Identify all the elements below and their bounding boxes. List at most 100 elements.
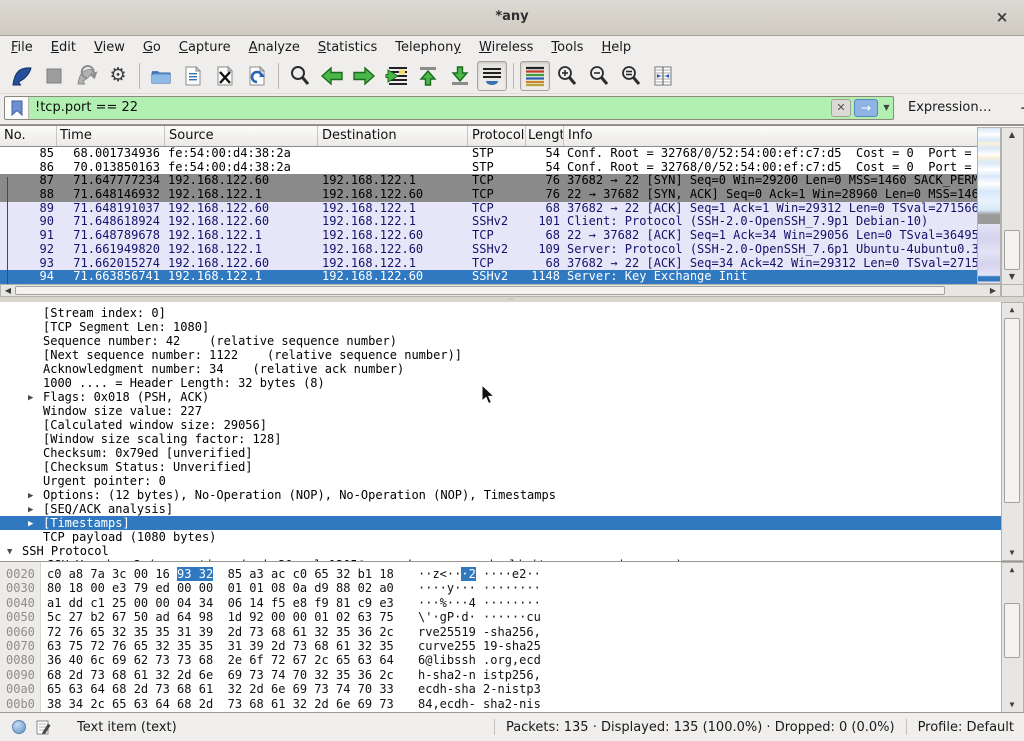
expander-expanded-icon[interactable]: ▼ bbox=[7, 545, 12, 558]
menu-analyze[interactable]: Analyze bbox=[240, 37, 309, 59]
hex-scrollbar[interactable]: ▲ ▼ bbox=[1001, 562, 1024, 712]
find-packet-icon[interactable] bbox=[285, 61, 315, 91]
col-destination[interactable]: Destination bbox=[318, 126, 468, 146]
hex-row[interactable]: 006072 76 65 32 35 35 31 39 2d 73 68 61 … bbox=[0, 625, 1002, 639]
detail-line[interactable]: ▶Options: (12 bytes), No-Operation (NOP)… bbox=[0, 488, 1002, 502]
close-icon[interactable]: × bbox=[992, 7, 1012, 27]
packet-minimap-scrollbar[interactable] bbox=[977, 127, 1001, 284]
expander-collapsed-icon[interactable]: ▶ bbox=[28, 503, 33, 516]
details-scrollbar[interactable]: ▲ ▼ bbox=[1001, 302, 1024, 561]
scroll-down-icon[interactable]: ▼ bbox=[1002, 698, 1022, 712]
packet-row-88[interactable]: 8871.648146932192.168.122.1192.168.122.6… bbox=[0, 188, 977, 202]
detail-line[interactable]: ▶[SEQ/ACK analysis] bbox=[0, 502, 1002, 516]
detail-line[interactable]: ▶[Timestamps] bbox=[0, 516, 1002, 530]
packet-row-90[interactable]: 9071.648618924192.168.122.60192.168.122.… bbox=[0, 215, 977, 229]
capture-options-icon[interactable]: ⚙ bbox=[103, 61, 133, 91]
packet-row-85[interactable]: 8568.001734936fe:54:00:d4:38:2aSTP54Conf… bbox=[0, 147, 977, 161]
save-file-icon[interactable] bbox=[178, 61, 208, 91]
hex-row[interactable]: 003080 18 00 e3 79 ed 00 00 01 01 08 0a … bbox=[0, 581, 1002, 595]
expander-collapsed-icon[interactable]: ▶ bbox=[28, 489, 33, 502]
detail-line[interactable]: Checksum: 0x79ed [unverified] bbox=[0, 446, 1002, 460]
packet-row-87[interactable]: 8771.647777234192.168.122.60192.168.122.… bbox=[0, 174, 977, 188]
menu-tools[interactable]: Tools bbox=[542, 37, 592, 59]
capture-comment-icon[interactable] bbox=[36, 720, 51, 735]
hex-row[interactable]: 0020c0 a8 7a 3c 00 16 93 32 85 a3 ac c0 … bbox=[0, 567, 1002, 581]
start-capture-icon[interactable] bbox=[7, 61, 37, 91]
zoom-out-icon[interactable] bbox=[584, 61, 614, 91]
hex-row[interactable]: 00a065 63 64 68 2d 73 68 61 32 2d 6e 69 … bbox=[0, 682, 1002, 696]
close-file-icon[interactable] bbox=[210, 61, 240, 91]
menu-statistics[interactable]: Statistics bbox=[309, 37, 386, 59]
scroll-up-icon[interactable]: ▲ bbox=[1002, 128, 1022, 142]
go-to-packet-icon[interactable] bbox=[381, 61, 411, 91]
add-filter-button[interactable]: + bbox=[1014, 99, 1024, 117]
expert-info-icon[interactable] bbox=[12, 720, 26, 734]
hex-row[interactable]: 00505c 27 b2 67 50 ad 64 98 1d 92 00 00 … bbox=[0, 610, 1002, 624]
filter-clear-icon[interactable]: ✕ bbox=[831, 99, 851, 117]
scrollbar-thumb[interactable] bbox=[1004, 603, 1020, 658]
go-forward-icon[interactable] bbox=[349, 61, 379, 91]
detail-line[interactable]: [TCP Segment Len: 1080] bbox=[0, 320, 1002, 334]
detail-line[interactable]: Sequence number: 42 (relative sequence n… bbox=[0, 334, 1002, 348]
menu-go[interactable]: Go bbox=[134, 37, 170, 59]
detail-line[interactable]: Urgent pointer: 0 bbox=[0, 474, 1002, 488]
detail-line[interactable]: TCP payload (1080 bytes) bbox=[0, 530, 1002, 544]
detail-line[interactable]: ▶Flags: 0x018 (PSH, ACK) bbox=[0, 390, 1002, 404]
profile-button[interactable]: Profile: Default bbox=[918, 720, 1014, 735]
display-filter-field[interactable]: ✕ → ▼ bbox=[4, 96, 894, 120]
colorize-icon[interactable] bbox=[520, 61, 550, 91]
hex-row[interactable]: 008036 40 6c 69 62 73 73 68 2e 6f 72 67 … bbox=[0, 653, 1002, 667]
hex-row[interactable]: 0040a1 dd c1 25 00 00 04 34 06 14 f5 e8 … bbox=[0, 596, 1002, 610]
col-no[interactable]: No. bbox=[0, 126, 57, 146]
reload-file-icon[interactable] bbox=[242, 61, 272, 91]
expander-collapsed-icon[interactable]: ▶ bbox=[28, 517, 33, 530]
col-info[interactable]: Info bbox=[564, 126, 977, 146]
col-protocol[interactable]: Protocol bbox=[468, 126, 526, 146]
col-time[interactable]: Time bbox=[57, 126, 165, 146]
menu-file[interactable]: File bbox=[2, 37, 42, 59]
packet-row-92[interactable]: 9271.661949820192.168.122.1192.168.122.6… bbox=[0, 243, 977, 257]
packet-row-94[interactable]: 9471.663856741192.168.122.1192.168.122.6… bbox=[0, 270, 977, 284]
detail-line[interactable]: Acknowledgment number: 34 (relative ack … bbox=[0, 362, 1002, 376]
detail-line[interactable]: [Stream index: 0] bbox=[0, 306, 1002, 320]
packet-row-89[interactable]: 8971.648191037192.168.122.60192.168.122.… bbox=[0, 202, 977, 216]
detail-line[interactable]: [Next sequence number: 1122 (relative se… bbox=[0, 348, 1002, 362]
menu-help[interactable]: Help bbox=[592, 37, 640, 59]
resize-columns-icon[interactable] bbox=[648, 61, 678, 91]
go-back-icon[interactable] bbox=[317, 61, 347, 91]
menu-wireless[interactable]: Wireless bbox=[470, 37, 542, 59]
packet-row-86[interactable]: 8670.013850163fe:54:00:d4:38:2aSTP54Conf… bbox=[0, 161, 977, 175]
hex-row[interactable]: 00b038 34 2c 65 63 64 68 2d 73 68 61 32 … bbox=[0, 697, 1002, 711]
expression-button[interactable]: Expression… bbox=[908, 100, 992, 115]
col-length[interactable]: Length bbox=[526, 126, 564, 146]
scrollbar-thumb[interactable] bbox=[15, 286, 945, 295]
zoom-in-icon[interactable] bbox=[552, 61, 582, 91]
detail-line[interactable]: ▼SSH Protocol bbox=[0, 544, 1002, 558]
stop-capture-icon[interactable] bbox=[39, 61, 69, 91]
filter-input[interactable] bbox=[29, 100, 831, 115]
detail-line[interactable]: Window size value: 227 bbox=[0, 404, 1002, 418]
packet-row-93[interactable]: 9371.662015274192.168.122.60192.168.122.… bbox=[0, 257, 977, 271]
scroll-up-icon[interactable]: ▲ bbox=[1002, 563, 1022, 577]
open-file-icon[interactable] bbox=[146, 61, 176, 91]
filter-bookmark-button[interactable] bbox=[5, 97, 29, 119]
packet-row-91[interactable]: 9171.648789678192.168.122.1192.168.122.6… bbox=[0, 229, 977, 243]
hex-row[interactable]: 007063 75 72 76 65 32 35 35 31 39 2d 73 … bbox=[0, 639, 1002, 653]
detail-line[interactable]: [Checksum Status: Unverified] bbox=[0, 460, 1002, 474]
scroll-up-icon[interactable]: ▲ bbox=[1002, 303, 1022, 317]
scrollbar-thumb[interactable] bbox=[1004, 230, 1020, 270]
menu-view[interactable]: View bbox=[85, 37, 134, 59]
packet-list-scrollbar[interactable]: ▲ ▼ bbox=[1001, 127, 1024, 285]
go-last-icon[interactable] bbox=[445, 61, 475, 91]
expander-collapsed-icon[interactable]: ▶ bbox=[28, 391, 33, 404]
col-source[interactable]: Source bbox=[165, 126, 318, 146]
detail-line[interactable]: [Calculated window size: 29056] bbox=[0, 418, 1002, 432]
scroll-down-icon[interactable]: ▼ bbox=[1002, 546, 1022, 560]
zoom-normal-icon[interactable] bbox=[616, 61, 646, 91]
scroll-down-icon[interactable]: ▼ bbox=[1002, 270, 1022, 284]
menu-telephony[interactable]: Telephony bbox=[386, 37, 470, 59]
go-first-icon[interactable] bbox=[413, 61, 443, 91]
menu-edit[interactable]: Edit bbox=[42, 37, 85, 59]
detail-line[interactable]: [Window size scaling factor: 128] bbox=[0, 432, 1002, 446]
filter-dropdown-icon[interactable]: ▼ bbox=[880, 99, 893, 117]
